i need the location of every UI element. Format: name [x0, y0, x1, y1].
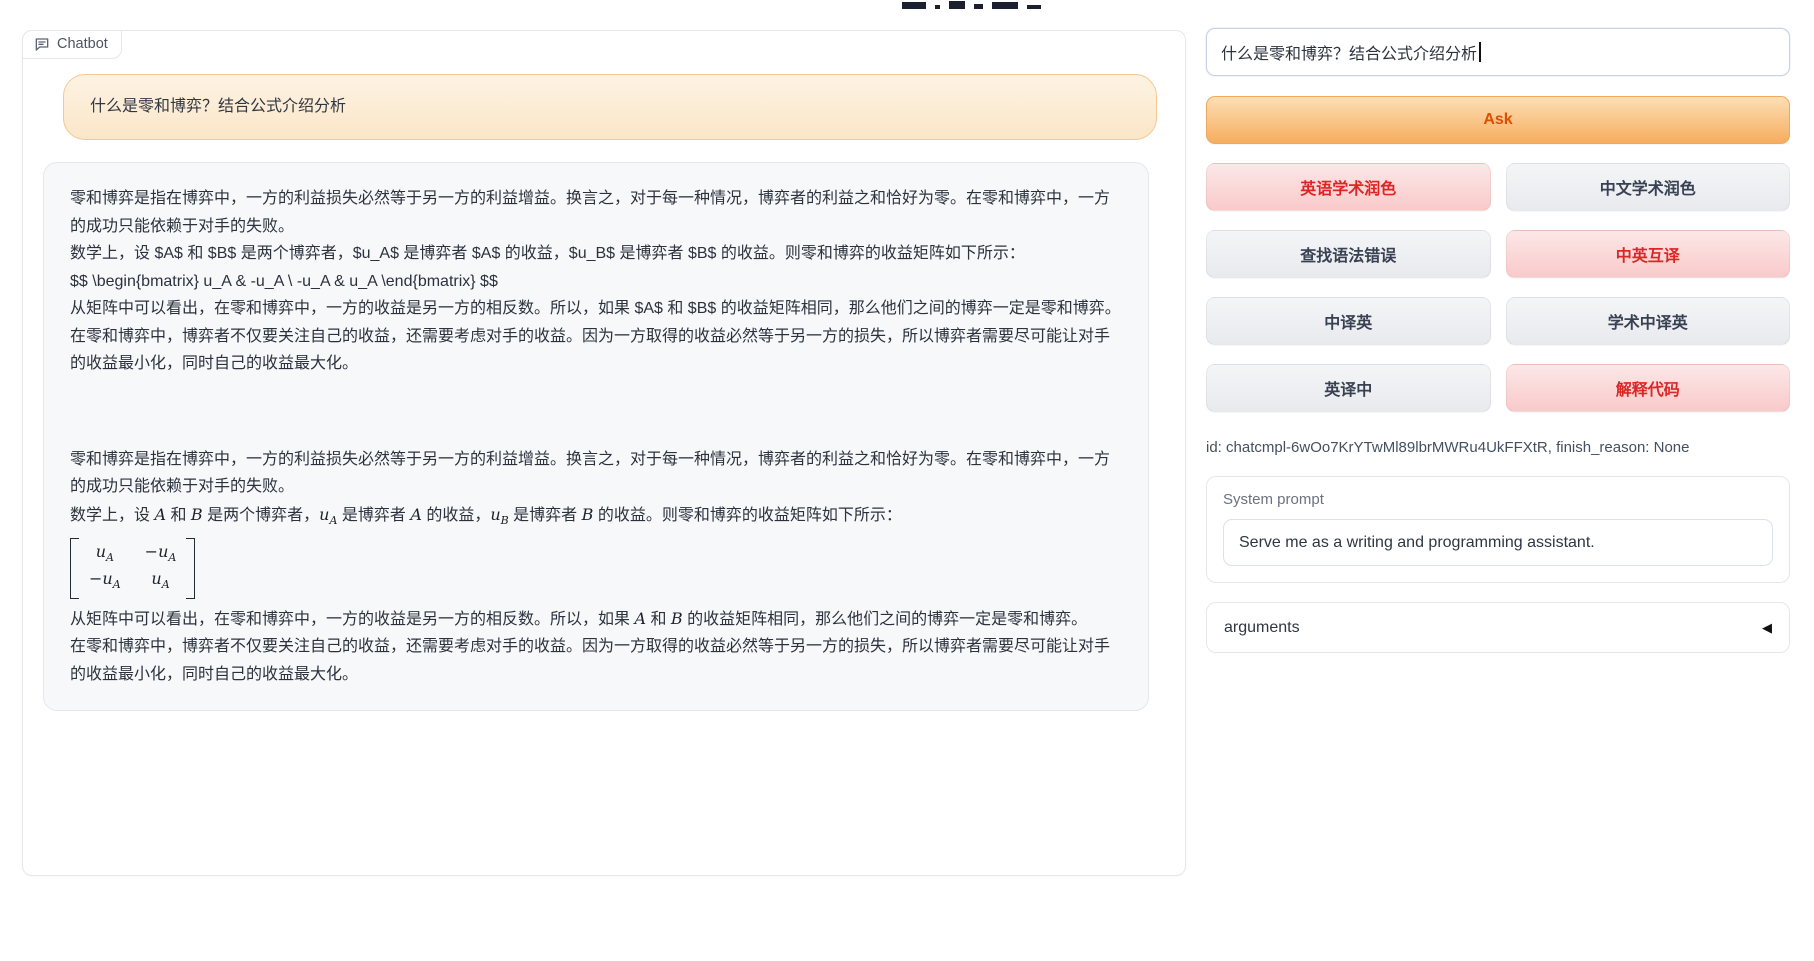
accordion-collapse-icon: ◀ [1762, 620, 1772, 636]
math-var: uA [319, 505, 337, 524]
chatbot-label-tab: Chatbot [22, 30, 122, 59]
bot-message-line: 从矩阵中可以看出，在零和博弈中，一方的收益是另一方的相反数。所以，如果 $A$ … [70, 295, 1122, 323]
math-var: −uA [89, 568, 121, 595]
btn-en-to-zh[interactable]: 英译中 [1206, 364, 1491, 412]
payoff-matrix: uA−uA−uAuA [70, 538, 1122, 598]
btn-en-to-zh-label: 英译中 [1324, 376, 1372, 400]
math-var: B [582, 505, 594, 524]
btn-chinese-academic-polish-label: 中文学术润色 [1600, 175, 1696, 199]
btn-find-grammar-errors-label: 查找语法错误 [1300, 242, 1396, 266]
bot-message-line: 数学上，设 $A$ 和 $B$ 是两个博弈者，$u_A$ 是博弈者 $A$ 的收… [70, 240, 1122, 268]
bot-message-content: 零和博弈是指在博弈中，一方的利益损失必然等于另一方的利益增益。换言之，对于每一种… [70, 185, 1122, 688]
btn-academic-zh-to-en-label: 学术中译英 [1608, 309, 1688, 333]
matrix-entries: uA−uA−uAuA [79, 538, 186, 598]
arguments-accordion[interactable]: arguments ◀ [1206, 602, 1790, 653]
bot-message-line: 在零和博弈中，博弈者不仅要关注自己的收益，还需要考虑对手的收益。因为一方取得的收… [70, 633, 1122, 688]
app-root: Chatbot 什么是零和博弈？结合公式介绍分析 零和博弈是指在博弈中，一方的利… [0, 0, 1814, 961]
question-input[interactable]: 什么是零和博弈？结合公式介绍分析 [1206, 28, 1790, 76]
arguments-accordion-label: arguments [1224, 619, 1300, 637]
clipped-page-title [902, 0, 1052, 9]
system-prompt-group: System prompt Serve me as a writing and … [1206, 476, 1790, 583]
bot-message-line: 从矩阵中可以看出，在零和博弈中，一方的收益是另一方的相反数。所以，如果 A 和 … [70, 605, 1122, 634]
chat-bubble-icon [34, 36, 50, 52]
user-message-bubble: 什么是零和博弈？结合公式介绍分析 [63, 74, 1157, 140]
bot-message-line: $$ \begin{bmatrix} u_A & -u_A \ -u_A & u… [70, 268, 1122, 296]
btn-academic-zh-to-en[interactable]: 学术中译英 [1506, 297, 1791, 345]
system-prompt-value: Serve me as a writing and programming as… [1239, 534, 1595, 552]
control-column: 什么是零和博弈？结合公式介绍分析 Ask 英语学术润色中文学术润色查找语法错误中… [1206, 28, 1790, 653]
math-var: uA [151, 568, 169, 595]
math-var: A [634, 609, 646, 628]
math-var: A [154, 505, 166, 524]
btn-explain-code[interactable]: 解释代码 [1506, 364, 1791, 412]
bot-message-line: 在零和博弈中，博弈者不仅要关注自己的收益，还需要考虑对手的收益。因为一方取得的收… [70, 323, 1122, 378]
btn-english-academic-polish[interactable]: 英语学术润色 [1206, 163, 1491, 211]
ask-button[interactable]: Ask [1206, 96, 1790, 144]
response-meta-line: id: chatcmpl-6wOo7KrYTwMl89lbrMWRu4UkFFX… [1206, 439, 1790, 456]
bot-message-line: 零和博弈是指在博弈中，一方的利益损失必然等于另一方的利益增益。换言之，对于每一种… [70, 185, 1122, 240]
question-input-value: 什么是零和博弈？结合公式介绍分析 [1221, 40, 1477, 64]
math-var: −uA [145, 541, 177, 568]
ask-button-label: Ask [1483, 111, 1512, 129]
action-buttons-grid: 英语学术润色 中文学术润色查找语法错误 中英互译中译英 学术中译英英译中 解释代码 [1206, 163, 1790, 412]
btn-zh-en-mutual-translation[interactable]: 中英互译 [1506, 230, 1791, 278]
bot-message-line: 零和博弈是指在博弈中，一方的利益损失必然等于另一方的利益增益。换言之，对于每一种… [70, 446, 1122, 501]
math-var: B [671, 609, 683, 628]
btn-explain-code-label: 解释代码 [1616, 376, 1680, 400]
system-prompt-label: System prompt [1223, 491, 1773, 508]
matrix-left-bracket [70, 538, 79, 598]
btn-zh-to-en[interactable]: 中译英 [1206, 297, 1491, 345]
bot-message-line: 数学上，设 A 和 B 是两个博弈者，uA 是博弈者 A 的收益，uB 是博弈者… [70, 501, 1122, 535]
btn-zh-to-en-label: 中译英 [1324, 309, 1372, 333]
btn-chinese-academic-polish[interactable]: 中文学术润色 [1506, 163, 1791, 211]
btn-zh-en-mutual-translation-label: 中英互译 [1616, 242, 1680, 266]
chat-message-area[interactable]: 什么是零和博弈？结合公式介绍分析 零和博弈是指在博弈中，一方的利益损失必然等于另… [23, 31, 1185, 875]
btn-find-grammar-errors[interactable]: 查找语法错误 [1206, 230, 1491, 278]
math-var: uA [96, 541, 114, 568]
math-var: uB [490, 505, 508, 524]
btn-english-academic-polish-label: 英语学术润色 [1300, 175, 1396, 199]
system-prompt-input[interactable]: Serve me as a writing and programming as… [1223, 519, 1773, 566]
chatbot-label: Chatbot [57, 36, 108, 52]
text-caret [1479, 42, 1481, 62]
bot-message-bubble: 零和博弈是指在博弈中，一方的利益损失必然等于另一方的利益增益。换言之，对于每一种… [43, 162, 1149, 711]
matrix-right-bracket [186, 538, 195, 598]
user-message-text: 什么是零和博弈？结合公式介绍分析 [90, 98, 346, 115]
math-var: B [191, 505, 203, 524]
math-var: A [410, 505, 422, 524]
paragraph-gap [70, 378, 1122, 446]
chatbot-panel: Chatbot 什么是零和博弈？结合公式介绍分析 零和博弈是指在博弈中，一方的利… [22, 30, 1186, 876]
